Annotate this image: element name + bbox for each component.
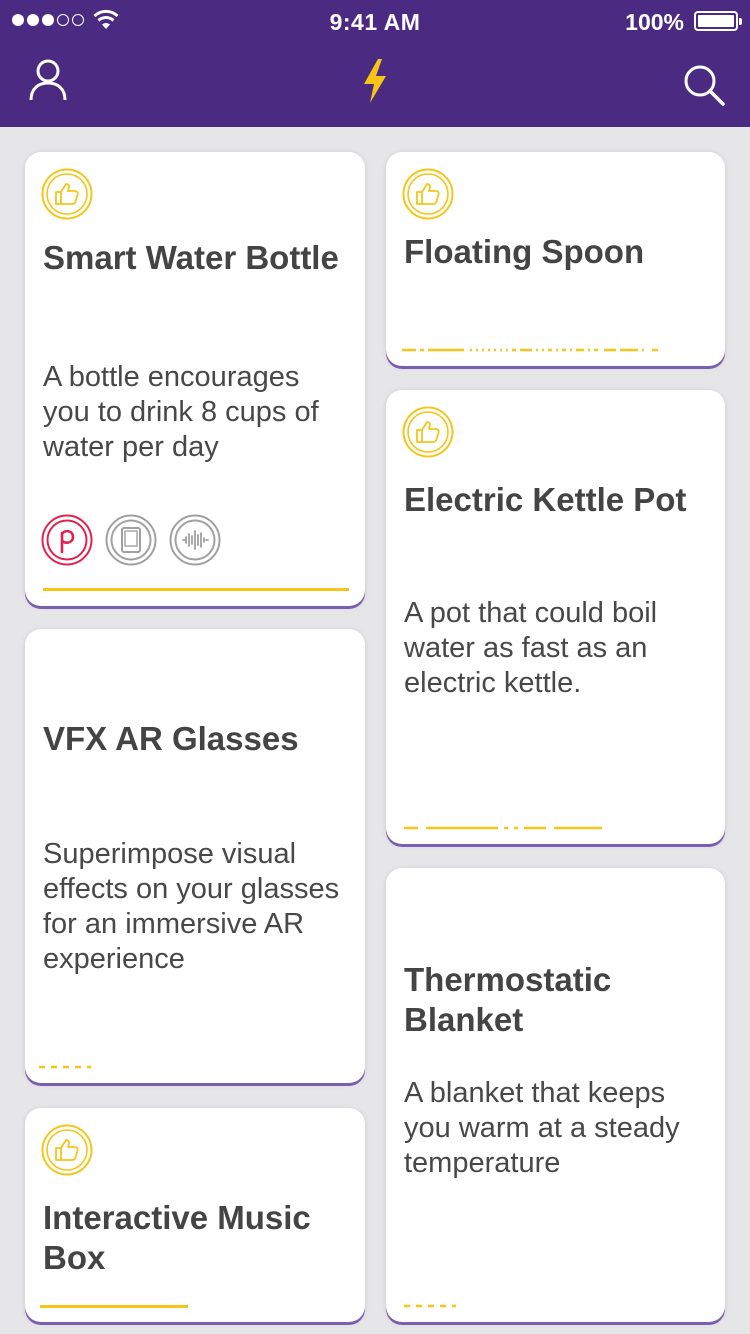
thumbs-up-icon[interactable] (41, 168, 93, 220)
card-title: Floating Spoon (404, 233, 645, 270)
status-bar: 9:41 AM 100% (0, 0, 750, 44)
progress-line (40, 1305, 188, 1308)
progress-line (402, 348, 658, 352)
progress-line (39, 1065, 91, 1069)
card-description: A blanket that keeps you warm at a stead… (404, 1077, 680, 1179)
card-electric-kettle-pot[interactable]: Electric Kettle Pot A pot that could boi… (386, 390, 725, 844)
card-description: A pot that could boil water as fast as a… (404, 597, 658, 699)
battery-percent: 100% (625, 9, 684, 35)
soundwave-icon[interactable] (169, 514, 221, 566)
tablet-icon[interactable] (105, 514, 157, 566)
card-vfx-ar-glasses[interactable]: VFX AR Glasses Superimpose visual effect… (25, 629, 365, 1083)
progress-line (404, 826, 602, 830)
p-logo-icon[interactable] (41, 514, 93, 566)
card-title: Electric Kettle Pot (404, 481, 687, 518)
compatible-apps (41, 514, 221, 566)
card-description: Superimpose visual effects on your glass… (43, 838, 340, 975)
card-title: VFX AR Glasses (43, 720, 299, 757)
thumbs-up-icon[interactable] (402, 406, 454, 458)
person-icon[interactable] (28, 58, 68, 102)
card-title: Interactive Music Box (43, 1199, 311, 1276)
thumbs-up-icon[interactable] (41, 1124, 93, 1176)
card-floating-spoon[interactable]: Floating Spoon (386, 152, 725, 366)
battery-icon (694, 11, 742, 31)
card-title: Thermostatic Blanket (404, 961, 612, 1038)
progress-line (43, 588, 349, 591)
thumbs-up-icon[interactable] (402, 168, 454, 220)
card-title: Smart Water Bottle (43, 239, 339, 276)
card-description: A bottle encourages you to drink 8 cups … (43, 361, 319, 463)
lightning-bolt-icon[interactable] (361, 58, 389, 104)
progress-line (404, 1304, 456, 1308)
header-bar: 9:41 AM 100% (0, 0, 750, 127)
search-icon[interactable] (683, 64, 727, 106)
card-interactive-music-box[interactable]: Interactive Music Box (25, 1108, 365, 1322)
card-thermostatic-blanket[interactable]: Thermostatic Blanket A blanket that keep… (386, 868, 725, 1322)
card-smart-water-bottle[interactable]: Smart Water Bottle A bottle encourages y… (25, 152, 365, 606)
